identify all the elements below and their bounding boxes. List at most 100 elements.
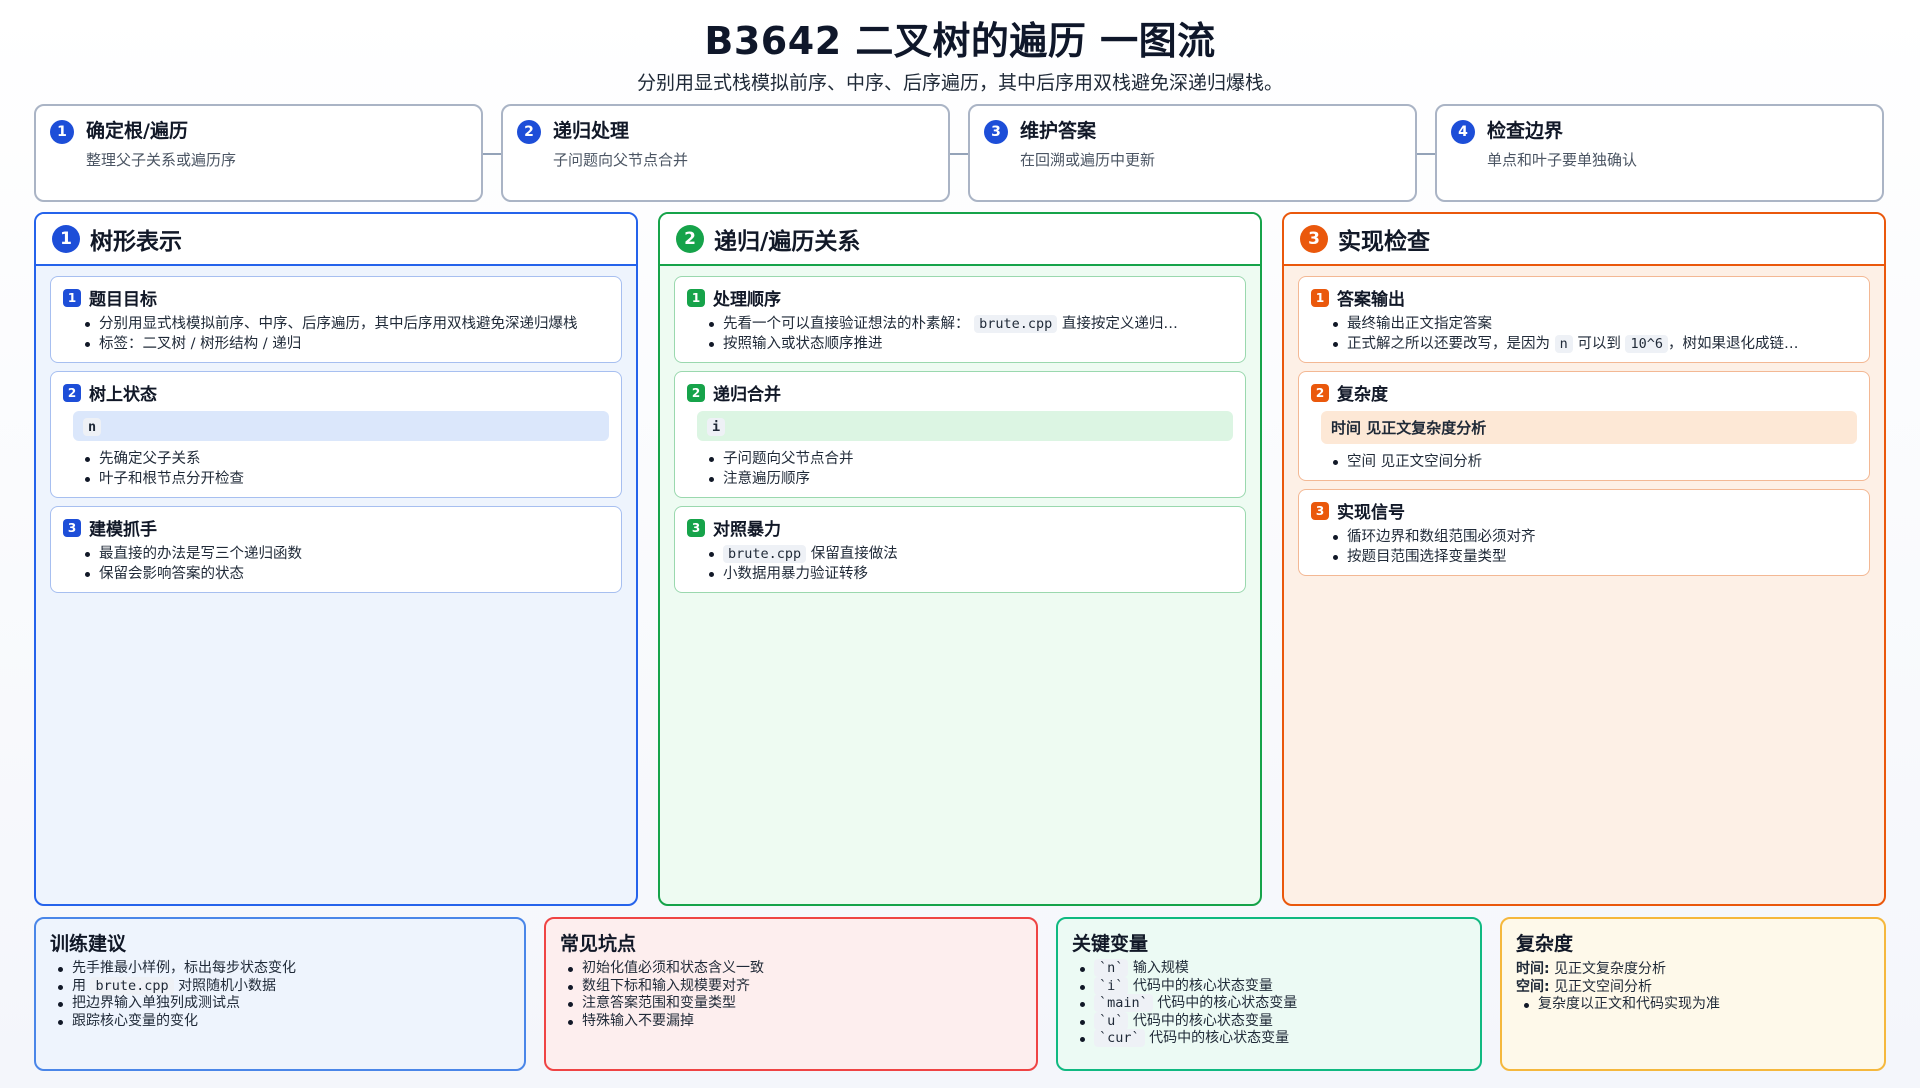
column-tree-representation: 1 树形表示 1 题目目标 分别用显式栈模拟前序、中序、后序遍历，其中后序用双栈避… [34,212,638,906]
panel-key-variables: 关键变量 `n` 输入规模 `i` 代码中的核心状态变量 `main` 代码中的… [1056,917,1482,1071]
code-snippet: brute.cpp [974,315,1058,333]
card-title: 树上状态 [89,385,157,405]
list-item: 正式解之所以还要改写，是因为 n 可以到 10^6 ，树如果退化成链… [1333,334,1857,354]
step-description: 单点和叶子要单独确认 [1487,151,1638,169]
code-snippet: i [707,418,726,436]
panel-title: 关键变量 [1072,933,1149,955]
column-number-badge: 2 [676,225,704,253]
list-item: `cur` 代码中的核心状态变量 [1080,1029,1466,1048]
highlight-box: 时间 见正文复杂度分析 [1321,411,1857,444]
code-snippet: n [83,418,102,436]
list-item: 循环边界和数组范围必须对齐 [1333,527,1857,547]
card-title: 题目目标 [89,290,157,310]
step-flow: 1 确定根/遍历 整理父子关系或遍历序 2 递归处理 子问题向父节点合并 3 维… [34,104,1886,202]
list-item: 分别用显式栈模拟前序、中序、后序遍历，其中后序用双栈避免深递归爆栈 [85,314,609,334]
code-snippet: 10^6 [1625,335,1668,353]
highlight-box: n [73,411,609,441]
card-number-badge: 2 [1311,383,1329,402]
step-number-badge: 1 [50,120,74,144]
card-number-badge: 1 [63,288,81,307]
page-subtitle: 分别用显式栈模拟前序、中序、后序遍历，其中后序用双栈避免深递归爆栈。 [636,72,1283,94]
step-card-3: 3 维护答案 在回溯或遍历中更新 [968,104,1417,202]
list-item: 空间 见正文空间分析 [1333,452,1857,472]
list-item: 用 brute.cpp 对照随机小数据 [58,976,510,996]
card-number-badge: 1 [1311,288,1329,307]
card-brute-compare: 3 对照暴力 brute.cpp 保留直接做法 小数据用暴力验证转移 [674,506,1246,593]
column-header: 3 实现检查 [1284,214,1884,266]
card-answer-output: 1 答案输出 最终输出正文指定答案 正式解之所以还要改写，是因为 n 可以到 10… [1298,276,1870,363]
column-title: 实现检查 [1338,229,1430,255]
step-description: 子问题向父节点合并 [553,151,689,169]
code-snippet: `i` [1094,976,1129,995]
list-item: 保留会影响答案的状态 [85,564,609,584]
card-number-badge: 3 [63,518,81,537]
step-number-badge: 3 [984,120,1008,144]
card-title: 实现信号 [1337,503,1405,523]
list-item: 按照输入或状态顺序推进 [709,334,1233,354]
code-snippet: n [1554,335,1573,353]
card-title: 答案输出 [1337,290,1405,310]
card-goal: 1 题目目标 分别用显式栈模拟前序、中序、后序遍历，其中后序用双栈避免深递归爆栈 … [50,276,622,363]
list-item: 先看一个可以直接验证想法的朴素解： brute.cpp 直接按定义递归… [709,314,1233,334]
card-title: 递归合并 [713,385,781,405]
card-number-badge: 3 [1311,501,1329,520]
code-snippet: brute.cpp [90,976,174,995]
list-item: 标签：二叉树 / 树形结构 / 递归 [85,334,609,354]
panel-training-tips: 训练建议 先手推最小样例，标出每步状态变化 用 brute.cpp 对照随机小数… [34,917,526,1071]
page-title: B3642 二叉树的遍历 一图流 [704,19,1216,63]
list-item: 小数据用暴力验证转移 [709,564,1233,584]
code-snippet: `n` [1094,959,1129,977]
card-number-badge: 3 [687,518,705,537]
panel-title: 复杂度 [1516,933,1574,955]
step-description: 在回溯或遍历中更新 [1020,151,1156,169]
step-number-badge: 4 [1451,120,1475,144]
card-modeling: 3 建模抓手 最直接的办法是写三个递归函数 保留会影响答案的状态 [50,506,622,593]
column-title: 树形表示 [90,229,182,255]
code-snippet: brute.cpp [723,545,807,563]
panel-common-pitfalls: 常见坑点 初始化值必须和状态含义一致 数组下标和输入规模要对齐 注意答案范围和变… [544,917,1038,1071]
column-number-badge: 1 [52,225,80,253]
card-complexity: 2 复杂度 时间 见正文复杂度分析 空间 见正文空间分析 [1298,371,1870,481]
step-title: 维护答案 [1020,120,1097,142]
column-implementation-check: 3 实现检查 1 答案输出 最终输出正文指定答案 正式解之所以还要改写，是因为 n… [1282,212,1886,906]
list-item: 跟踪核心变量的变化 [58,1013,510,1031]
column-recursion-relation: 2 递归/遍历关系 1 处理顺序 先看一个可以直接验证想法的朴素解： brute.… [658,212,1262,906]
card-number-badge: 1 [687,288,705,307]
list-item: 最直接的办法是写三个递归函数 [85,544,609,564]
list-item: `main` 代码中的核心状态变量 [1080,994,1466,1013]
list-item: 按题目范围选择变量类型 [1333,547,1857,567]
column-header: 1 树形表示 [36,214,636,266]
panel-title: 训练建议 [50,933,127,955]
list-item: 最终输出正文指定答案 [1333,314,1857,334]
card-number-badge: 2 [63,383,81,402]
list-item: brute.cpp 保留直接做法 [709,544,1233,564]
list-item: 复杂度以正文和代码实现为准 [1524,996,1870,1014]
code-snippet: `main` [1094,994,1153,1012]
card-merge: 2 递归合并 i 子问题向父节点合并 注意遍历顺序 [674,371,1246,498]
space-complexity: 空间: 见正文空间分析 [1516,979,1653,995]
column-title: 递归/遍历关系 [714,229,861,255]
card-tree-state: 2 树上状态 n 先确定父子关系 叶子和根节点分开检查 [50,371,622,498]
step-description: 整理父子关系或遍历序 [86,151,237,169]
column-number-badge: 3 [1300,225,1328,253]
step-title: 递归处理 [553,120,630,142]
code-snippet: `u` [1094,1011,1129,1030]
step-number-badge: 2 [517,120,541,144]
list-item: 先确定父子关系 [85,449,609,469]
card-order: 1 处理顺序 先看一个可以直接验证想法的朴素解： brute.cpp 直接按定义递… [674,276,1246,363]
list-item: 先手推最小样例，标出每步状态变化 [58,960,510,978]
card-number-badge: 2 [687,383,705,402]
list-item: 叶子和根节点分开检查 [85,469,609,489]
list-item: `n` 输入规模 [1080,959,1466,978]
header: B3642 二叉树的遍历 一图流 分别用显式栈模拟前序、中序、后序遍历，其中后序… [0,16,1920,96]
list-item: `i` 代码中的核心状态变量 [1080,976,1466,996]
step-card-2: 2 递归处理 子问题向父节点合并 [501,104,950,202]
list-item: 数组下标和输入规模要对齐 [568,978,1022,996]
column-header: 2 递归/遍历关系 [660,214,1260,266]
list-item: 把边界输入单独列成测试点 [58,995,510,1013]
code-snippet: `cur` [1094,1029,1145,1047]
list-item: 特殊输入不要漏掉 [568,1013,1022,1031]
panel-title: 常见坑点 [560,933,637,955]
time-complexity: 时间: 见正文复杂度分析 [1516,961,1667,977]
list-item: 注意遍历顺序 [709,469,1233,489]
